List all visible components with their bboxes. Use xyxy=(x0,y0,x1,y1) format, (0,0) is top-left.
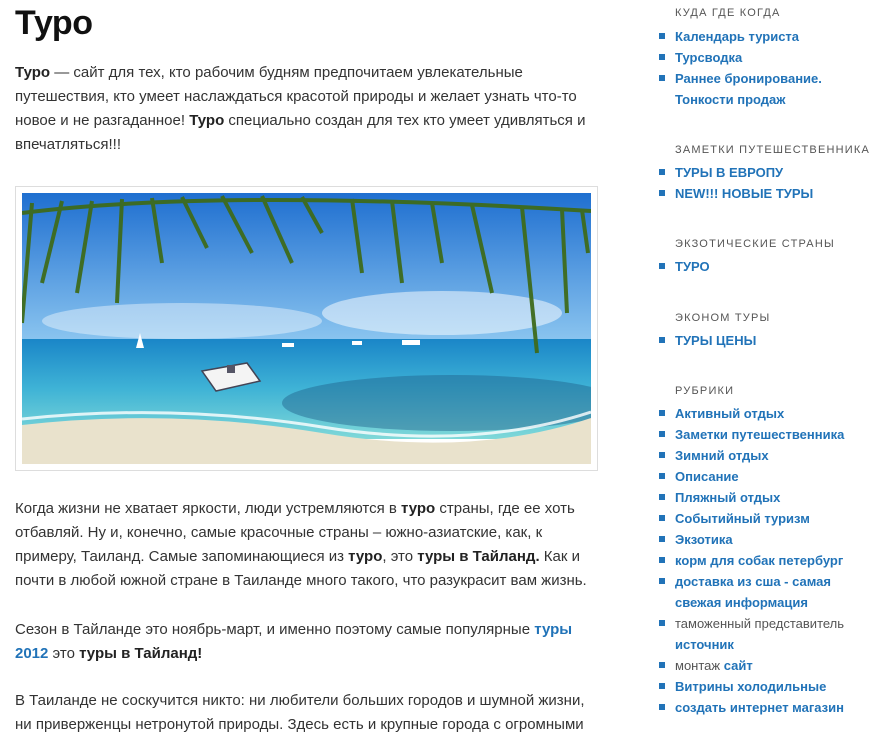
list-item: таможенный представитель источник xyxy=(657,613,857,655)
category-link[interactable]: Заметки путешественника xyxy=(675,427,844,442)
category-link[interactable]: доставка из сша - самая свежая информаци… xyxy=(675,574,831,610)
sidebar-link[interactable]: ТУРО xyxy=(675,259,710,274)
list-item: ТУРО xyxy=(657,256,877,277)
list-item: монтаж сайт xyxy=(657,655,857,676)
list-item: Раннее бронирование. Тонкости продаж xyxy=(657,68,857,110)
widget-title: РУБРИКИ xyxy=(675,385,735,397)
widget-list: ТУРЫ ЦЕНЫ xyxy=(657,330,877,351)
category-link[interactable]: сайт xyxy=(724,658,753,673)
list-item: Пляжный отдых xyxy=(657,487,857,508)
sidebar-link[interactable]: NEW!!! НОВЫЕ ТУРЫ xyxy=(675,186,813,201)
page-title: Туро xyxy=(15,4,93,42)
category-link[interactable]: Витрины холодильные xyxy=(675,679,826,694)
sidebar-link[interactable]: Турсводка xyxy=(675,50,742,65)
list-item: Турсводка xyxy=(657,47,857,68)
list-item: ТУРЫ В ЕВРОПУ xyxy=(657,162,877,183)
list-item: Витрины холодильные xyxy=(657,676,857,697)
widget-list: ТУРЫ В ЕВРОПУ NEW!!! НОВЫЕ ТУРЫ xyxy=(657,162,877,204)
list-item: Экзотика xyxy=(657,529,857,550)
variety-paragraph: В Таиланде не соскучится никто: ни любит… xyxy=(15,692,585,733)
categories-list: Активный отдых Заметки путешественника З… xyxy=(657,403,857,718)
list-item: ТУРЫ ЦЕНЫ xyxy=(657,330,877,351)
list-item: Заметки путешественника xyxy=(657,424,857,445)
widget-title: ЭКОНОМ ТУРЫ xyxy=(675,312,771,324)
widget-list: ТУРО xyxy=(657,256,877,277)
list-item: Активный отдых xyxy=(657,403,857,424)
beach-photo xyxy=(15,186,598,471)
tours-thailand-link[interactable]: туры в Тайланд. xyxy=(417,548,539,565)
list-item: Описание xyxy=(657,466,857,487)
widget-title: ЭКЗОТИЧЕСКИЕ СТРАНЫ xyxy=(675,238,835,250)
category-link[interactable]: Экзотика xyxy=(675,532,733,547)
beach-image xyxy=(22,193,591,464)
sidebar-link[interactable]: ТУРЫ В ЕВРОПУ xyxy=(675,165,783,180)
sidebar-link[interactable]: Календарь туриста xyxy=(675,29,799,44)
category-link[interactable]: Пляжный отдых xyxy=(675,490,780,505)
category-link[interactable]: корм для собак петербург xyxy=(675,553,843,568)
list-item: NEW!!! НОВЫЕ ТУРЫ xyxy=(657,183,877,204)
category-link[interactable]: источник xyxy=(675,637,734,652)
list-item: Событийный туризм xyxy=(657,508,857,529)
category-link[interactable]: создать интернет магазин xyxy=(675,700,844,715)
season-paragraph: Сезон в Тайланде это ноябрь-март, и имен… xyxy=(15,621,573,662)
list-item: создать интернет магазин xyxy=(657,697,857,718)
sidebar-link[interactable]: Раннее бронирование. Тонкости продаж xyxy=(675,71,822,107)
category-link[interactable]: Событийный туризм xyxy=(675,511,810,526)
sidebar-link[interactable]: ТУРЫ ЦЕНЫ xyxy=(675,333,756,348)
widget-title: ЗАМЕТКИ ПУТЕШЕСТВЕННИКА xyxy=(675,144,871,156)
category-link[interactable]: Зимний отдых xyxy=(675,448,769,463)
thailand-paragraph: Когда жизни не хватает яркости, люди уст… xyxy=(15,500,587,589)
category-link[interactable]: Активный отдых xyxy=(675,406,784,421)
list-item: корм для собак петербург xyxy=(657,550,857,571)
list-item: Календарь туриста xyxy=(657,26,857,47)
list-item: доставка из сша - самая свежая информаци… xyxy=(657,571,857,613)
intro-paragraph: Туро — сайт для тех, кто рабочим будням … xyxy=(15,64,586,153)
widget-list: Календарь туриста Турсводка Раннее брони… xyxy=(657,26,857,110)
list-item: Зимний отдых xyxy=(657,445,857,466)
category-link[interactable]: Описание xyxy=(675,469,739,484)
widget-title: КУДА ГДЕ КОГДА xyxy=(675,7,781,19)
